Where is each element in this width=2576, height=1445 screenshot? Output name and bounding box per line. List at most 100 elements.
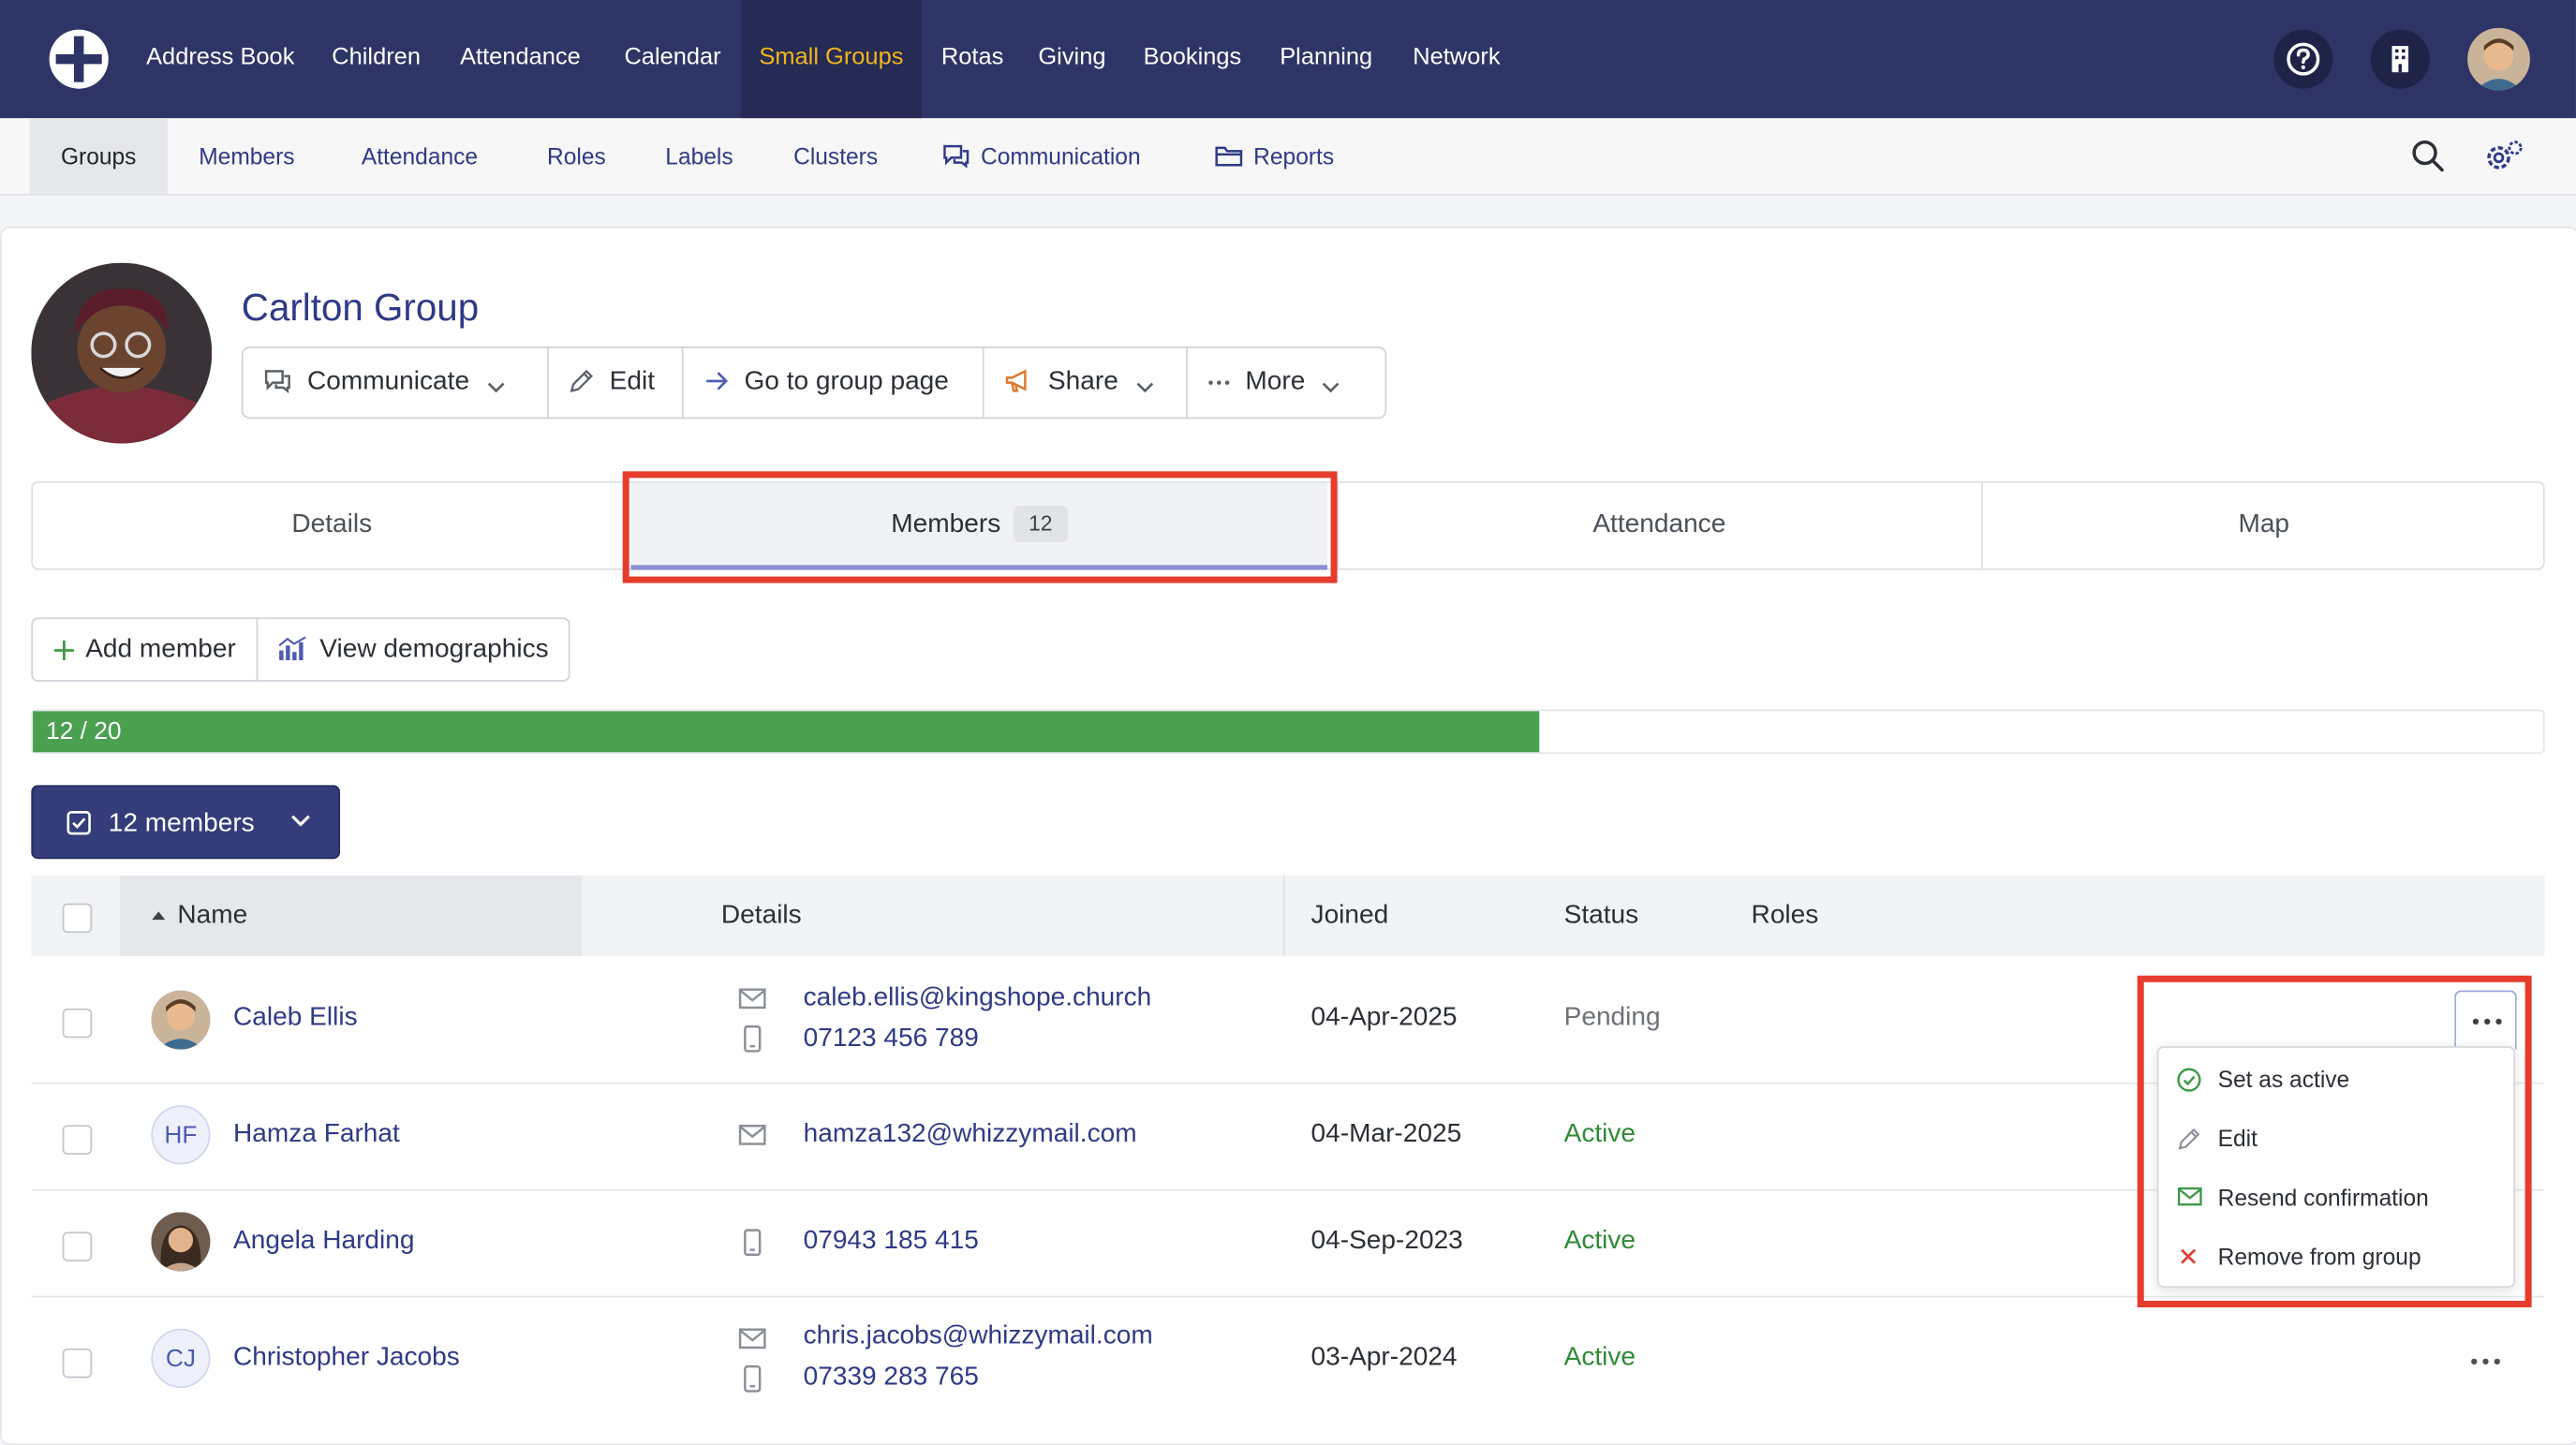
row-actions-button[interactable] — [2469, 1357, 2502, 1367]
member-actions: Add member View demographics — [31, 617, 570, 682]
go-to-group-page-button[interactable]: Go to group page — [684, 347, 985, 418]
checkbox-icon — [67, 810, 91, 835]
member-phone-link[interactable]: 07339 283 765 — [804, 1364, 979, 1393]
edit-label: Edit — [609, 367, 656, 396]
subnav-reports-label: Reports — [1253, 142, 1335, 170]
tab-details[interactable]: Details — [33, 483, 630, 570]
members-tab-highlight — [622, 471, 1338, 583]
share-button[interactable]: Share — [985, 347, 1188, 418]
joined-date: 04-Apr-2025 — [1310, 1003, 1458, 1032]
phone-icon — [744, 1025, 762, 1053]
nav-children[interactable]: Children — [332, 0, 421, 118]
view-demographics-button[interactable]: View demographics — [258, 619, 569, 680]
chevron-down-icon — [1323, 382, 1340, 393]
nav-giving[interactable]: Giving — [1038, 0, 1105, 118]
nav-network[interactable]: Network — [1413, 0, 1500, 118]
status-label: Pending — [1563, 1003, 1661, 1032]
subnav-attendance[interactable]: Attendance — [362, 118, 478, 194]
row-menu-highlight — [2137, 975, 2532, 1308]
bar-chart-icon — [277, 636, 306, 661]
plus-icon — [53, 640, 74, 661]
tab-attendance[interactable]: Attendance — [1338, 483, 1981, 570]
organisation-button[interactable] — [2370, 29, 2430, 89]
subnav-groups[interactable]: Groups — [29, 118, 168, 194]
nav-rotas[interactable]: Rotas — [941, 0, 1003, 118]
communicate-button[interactable]: Communicate — [244, 347, 549, 418]
help-button[interactable] — [2273, 29, 2333, 89]
subnav-clusters[interactable]: Clusters — [793, 118, 878, 194]
settings-gear-icon[interactable] — [2482, 138, 2525, 174]
joined-date: 03-Apr-2024 — [1310, 1343, 1458, 1372]
member-email-link[interactable]: hamza132@whizzymail.com — [804, 1120, 1137, 1150]
tab-map[interactable]: Map — [1983, 483, 2545, 570]
capacity-progress-bar: 12 / 20 — [31, 709, 2545, 754]
row-checkbox[interactable] — [62, 1231, 93, 1261]
status-label: Active — [1563, 1120, 1636, 1148]
joined-column-header[interactable]: Joined — [1311, 876, 1389, 956]
avatar[interactable] — [151, 1212, 211, 1272]
avatar-initials[interactable]: HF — [151, 1105, 211, 1165]
row-checkbox[interactable] — [62, 1125, 93, 1155]
member-phone-link[interactable]: 07123 456 789 — [804, 1025, 979, 1054]
member-name-link[interactable]: Caleb Ellis — [233, 1004, 358, 1034]
member-name-link[interactable]: Hamza Farhat — [233, 1120, 400, 1150]
user-avatar[interactable] — [2467, 27, 2530, 91]
building-icon — [2391, 46, 2409, 73]
subnav-labels[interactable]: Labels — [665, 118, 733, 194]
member-name-link[interactable]: Angela Harding — [233, 1227, 414, 1257]
details-column-header: Details — [720, 901, 802, 930]
subnav-roles[interactable]: Roles — [547, 118, 606, 194]
subnav-reports[interactable]: Reports — [1214, 118, 1334, 194]
arrow-right-icon — [706, 372, 729, 391]
status-label: Active — [1563, 1227, 1636, 1255]
name-column-header[interactable]: Name — [177, 876, 247, 956]
capacity-progress-fill — [33, 711, 1539, 753]
edit-group-button[interactable]: Edit — [549, 347, 684, 418]
avatar-initials[interactable]: CJ — [151, 1328, 211, 1388]
top-navigation: Address Book Children Attendance Calenda… — [0, 0, 2576, 119]
group-photo — [31, 262, 213, 444]
phone-icon — [744, 1364, 762, 1393]
search-icon[interactable] — [2410, 138, 2447, 174]
member-phone-link[interactable]: 07943 185 415 — [804, 1227, 979, 1257]
add-member-button[interactable]: Add member — [33, 619, 258, 681]
member-name-link[interactable]: Christopher Jacobs — [233, 1344, 460, 1374]
folder-icon — [1215, 146, 1243, 167]
member-email-link[interactable]: chris.jacobs@whizzymail.com — [804, 1322, 1153, 1352]
subnav-communication-label: Communication — [981, 142, 1141, 170]
column-divider — [1282, 875, 1285, 956]
joined-date: 04-Mar-2025 — [1310, 1120, 1462, 1148]
table-row: CJ Christopher Jacobs chris.jacobs@whizz… — [31, 1296, 2544, 1424]
status-label: Active — [1563, 1343, 1636, 1372]
select-members-dropdown[interactable]: 12 members — [31, 785, 341, 860]
more-button[interactable]: More — [1188, 348, 1384, 418]
mail-icon — [738, 1328, 766, 1349]
group-title: Carlton Group — [241, 286, 480, 329]
sub-navigation: Groups Members Attendance Roles Labels C… — [0, 118, 2576, 196]
row-checkbox[interactable] — [62, 1348, 93, 1379]
nav-address-book[interactable]: Address Book — [146, 0, 294, 118]
pencil-icon — [570, 369, 593, 392]
subnav-communication[interactable]: Communication — [941, 118, 1141, 194]
capacity-label: 12 / 20 — [46, 717, 122, 746]
nav-bookings[interactable]: Bookings — [1144, 0, 1242, 118]
church-logo-icon[interactable] — [48, 28, 111, 91]
row-checkbox[interactable] — [62, 1008, 93, 1039]
sort-up-icon — [152, 911, 166, 921]
subnav-members[interactable]: Members — [199, 118, 294, 194]
nav-planning[interactable]: Planning — [1280, 0, 1372, 118]
joined-date: 04-Sep-2023 — [1310, 1227, 1463, 1255]
roles-column-header[interactable]: Roles — [1752, 876, 1819, 956]
select-all-checkbox[interactable] — [62, 903, 93, 934]
ellipsis-icon — [1208, 380, 1230, 385]
view-demographics-label: View demographics — [319, 635, 549, 664]
nav-calendar[interactable]: Calendar — [624, 0, 720, 118]
more-label: More — [1245, 367, 1306, 396]
member-email-link[interactable]: caleb.ellis@kingshope.church — [804, 984, 1152, 1014]
nav-small-groups[interactable]: Small Groups — [740, 0, 922, 119]
avatar[interactable] — [151, 990, 211, 1050]
status-column-header[interactable]: Status — [1564, 876, 1639, 956]
nav-attendance[interactable]: Attendance — [460, 0, 581, 118]
phone-icon — [744, 1229, 762, 1257]
chat-icon — [943, 144, 970, 169]
